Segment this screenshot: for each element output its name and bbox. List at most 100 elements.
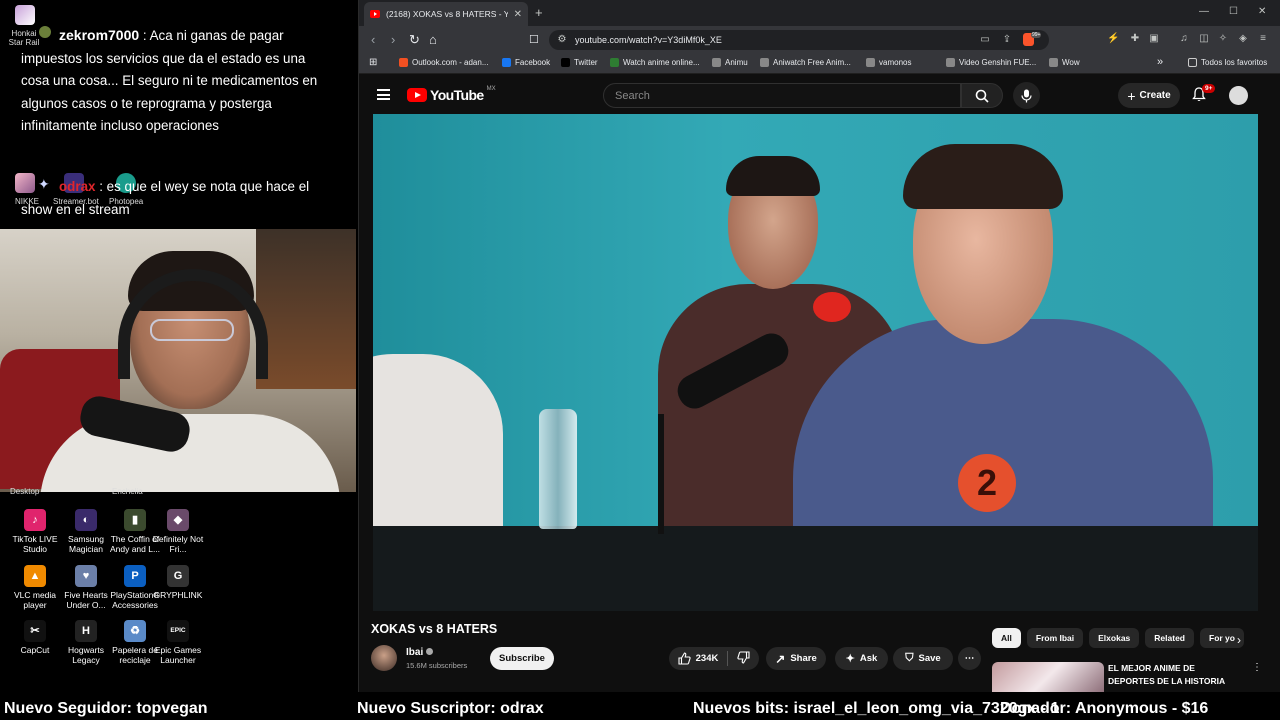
bookmark-item[interactable]: Wow xyxy=(1049,58,1080,67)
close-tab-icon[interactable]: ✕ xyxy=(514,9,522,20)
extension-icon[interactable]: ⚡ xyxy=(1107,33,1119,45)
extensions-icon[interactable]: ✚ xyxy=(1129,33,1141,45)
plus-icon: + xyxy=(1127,87,1136,104)
bookmark-label: Video Genshin FUE... xyxy=(959,58,1037,67)
channel-name[interactable]: Ibai xyxy=(406,647,434,658)
app-icon: ✂ xyxy=(24,620,46,642)
bookmark-item[interactable]: Outlook.com - adan... xyxy=(399,58,488,67)
browser-menu-icon[interactable]: ≡ xyxy=(1257,33,1269,45)
desktop-icon[interactable]: EPIC Epic Games Launcher xyxy=(148,620,208,665)
channel-avatar[interactable] xyxy=(371,645,397,671)
bookmark-item[interactable]: Video Genshin FUE... xyxy=(946,58,1036,67)
youtube-favicon-icon xyxy=(370,10,380,18)
stream-alerts-ticker: Nuevo Seguidor: topvegan Nuevo Suscripto… xyxy=(0,698,1280,720)
app-icon: G xyxy=(167,565,189,587)
share-label: Share xyxy=(790,653,817,664)
media-icon[interactable]: ♫ xyxy=(1178,33,1190,45)
app-icon: ♻ xyxy=(124,620,146,642)
like-button[interactable]: 234K xyxy=(678,652,719,665)
bookmark-item[interactable]: vamonos xyxy=(866,58,911,67)
recommended-more-icon[interactable]: ⋮ xyxy=(1252,662,1262,673)
recommended-thumbnail[interactable] xyxy=(992,662,1104,692)
bookmark-item[interactable]: Facebook xyxy=(502,58,550,67)
filter-chip[interactable]: Related xyxy=(1145,628,1194,648)
share-button[interactable]: ↗ Share xyxy=(766,647,826,670)
youtube-logo[interactable]: YouTube MX xyxy=(407,86,496,103)
chevron-right-icon[interactable]: › xyxy=(1237,633,1241,647)
chat-message: odrax : es que el wey se nota que hace e… xyxy=(21,176,321,221)
more-actions-button[interactable]: ⋯ xyxy=(958,647,981,670)
filter-chip[interactable]: From Ibai xyxy=(1026,628,1084,648)
recommended-title[interactable]: EL MEJOR ANIME DE DEPORTES DE LA HISTORI… xyxy=(1108,662,1238,688)
wallet-icon[interactable]: ◫ xyxy=(1198,33,1210,45)
all-bookmarks[interactable]: Todos los favoritos xyxy=(1188,58,1267,67)
omnibox[interactable]: ⚙ youtube.com/watch?v=Y3diMf0k_XE ▭ ⇪ 99… xyxy=(549,30,1049,50)
site-info-icon[interactable]: ⚙ xyxy=(556,34,568,46)
region-label: MX xyxy=(486,86,496,92)
filter-chip[interactable]: All xyxy=(992,628,1021,648)
voice-search-button[interactable] xyxy=(1013,82,1040,109)
search-button[interactable] xyxy=(961,83,1003,108)
ask-button[interactable]: ✦ Ask xyxy=(835,647,888,670)
desktop-icons: Desktop Enchelia ♪ TikTok LIVE Studio ◐ Sam… xyxy=(0,487,358,692)
home-icon[interactable]: ⌂ xyxy=(429,32,437,47)
bookmark-item[interactable]: Twitter xyxy=(561,58,598,67)
chat-message: zekrom7000 : Aca ni ganas de pagar impue… xyxy=(21,24,321,138)
app-icon: H xyxy=(75,620,97,642)
new-tab-icon[interactable]: + xyxy=(535,5,543,20)
donation-alert: Donador: Anonymous - $16 xyxy=(1000,700,1209,717)
back-icon[interactable]: ‹ xyxy=(371,32,375,47)
forward-icon[interactable]: › xyxy=(391,32,395,47)
share-page-icon[interactable]: ⇪ xyxy=(1001,34,1013,46)
bookmark-label: Outlook.com - adan... xyxy=(412,58,489,67)
subscriber-count: 15.6M subscribers xyxy=(406,661,468,670)
leo-ai-icon[interactable]: ✧ xyxy=(1217,33,1229,45)
bookmark-favicon-icon xyxy=(561,58,570,67)
video-title: XOKAS vs 8 HATERS xyxy=(371,622,498,636)
more-bookmarks-icon[interactable]: » xyxy=(1157,56,1163,68)
bookmark-label: Twitter xyxy=(574,58,598,67)
bookmark-favicon-icon xyxy=(399,58,408,67)
maximize-icon[interactable]: ☐ xyxy=(1229,6,1238,17)
reload-icon[interactable]: ↻ xyxy=(409,32,420,48)
desktop-icon[interactable]: G GRYPHLINK xyxy=(148,565,208,600)
subscriber-alert: Nuevo Suscriptor: odrax xyxy=(357,700,544,717)
dislike-button[interactable] xyxy=(737,650,750,667)
account-avatar[interactable] xyxy=(1229,86,1248,105)
desktop-partial-label: Desktop xyxy=(10,487,40,496)
like-count: 234K xyxy=(695,653,719,664)
app-icon: EPIC xyxy=(167,620,189,642)
cast-icon[interactable]: ▭ xyxy=(979,34,991,46)
bookmark-label: Aniwatch Free Anim... xyxy=(773,58,851,67)
save-button[interactable]: ⛉ Save xyxy=(893,647,953,670)
more-icon: ⋯ xyxy=(964,653,975,664)
bookmark-label: vamonos xyxy=(879,58,912,67)
video-player[interactable]: 2 xyxy=(373,114,1258,611)
filter-chip[interactable]: Elxokas xyxy=(1089,628,1140,648)
sidebar-icon[interactable]: ▣ xyxy=(1148,33,1160,45)
app-icon: ♪ xyxy=(24,509,46,531)
bookmark-item[interactable]: Watch anime online... xyxy=(610,58,700,67)
honkai-star-rail-icon[interactable] xyxy=(15,5,35,25)
close-window-icon[interactable]: ✕ xyxy=(1258,6,1266,17)
app-icon: ◆ xyxy=(167,509,189,531)
guide-menu-icon[interactable] xyxy=(377,89,390,100)
bookmark-item[interactable]: Animu xyxy=(712,58,748,67)
search-input[interactable] xyxy=(604,84,960,107)
bookmark-icon: ⛉ xyxy=(905,652,914,664)
bookmark-label: Animu xyxy=(725,58,748,67)
bookmark-item[interactable]: Aniwatch Free Anim... xyxy=(760,58,851,67)
number-badge-red xyxy=(813,292,851,322)
bookmark-page-icon[interactable]: ☐ xyxy=(529,33,539,46)
subscribe-button[interactable]: Subscribe xyxy=(490,647,554,670)
apps-icon[interactable]: ⊞ xyxy=(369,57,377,68)
desktop-icon-label: GRYPHLINK xyxy=(153,590,203,600)
desktop-icon[interactable]: ◆ Definitely Not Fri... xyxy=(148,509,208,554)
create-button[interactable]: + Create xyxy=(1118,83,1180,108)
search-icon xyxy=(975,89,989,103)
minimize-icon[interactable]: — xyxy=(1199,6,1209,17)
bookmark-label: Facebook xyxy=(515,58,551,67)
tab-youtube[interactable]: (2168) XOKAS vs 8 HATERS - You ✕ xyxy=(364,2,528,26)
tab-bar: (2168) XOKAS vs 8 HATERS - You ✕ + — ☐ ✕ xyxy=(359,0,1280,26)
vpn-icon[interactable]: ◈ xyxy=(1237,33,1249,45)
